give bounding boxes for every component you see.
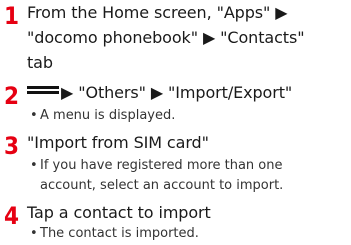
step-title: From the Home screen, "Apps" ▶ "docomo p… (27, 0, 349, 75)
step-title: Tap a contact to import (27, 203, 211, 222)
step-note: • If you have registered more than one ac… (30, 156, 349, 196)
step-number: 2 (4, 82, 20, 110)
step-title-line: tab (27, 53, 53, 72)
bullet-icon: • (30, 158, 38, 173)
step-number: 4 (4, 202, 20, 230)
step-note: • The contact is imported. (30, 224, 349, 244)
step-note-text: If you have registered more than one (40, 158, 283, 173)
step-title-text: ▶ "Others" ▶ "Import/Export" (61, 83, 293, 102)
step-title-line: From the Home screen, "Apps" ▶ (27, 3, 288, 22)
step-title: "Import from SIM card" (27, 133, 209, 152)
bullet-icon: • (30, 226, 38, 241)
step-number: 1 (4, 2, 20, 30)
step-note-text: A menu is displayed. (40, 108, 176, 123)
step-note: • A menu is displayed. (30, 106, 349, 126)
step-note-text: account, select an account to import. (40, 178, 284, 193)
bullet-icon: • (30, 108, 38, 123)
step-title-line: "docomo phonebook" ▶ "Contacts" (27, 28, 305, 47)
step-title: ▶ "Others" ▶ "Import/Export" (27, 80, 349, 105)
step-note-text: The contact is imported. (40, 226, 199, 241)
menu-icon (27, 85, 59, 98)
step-number: 3 (4, 132, 20, 160)
